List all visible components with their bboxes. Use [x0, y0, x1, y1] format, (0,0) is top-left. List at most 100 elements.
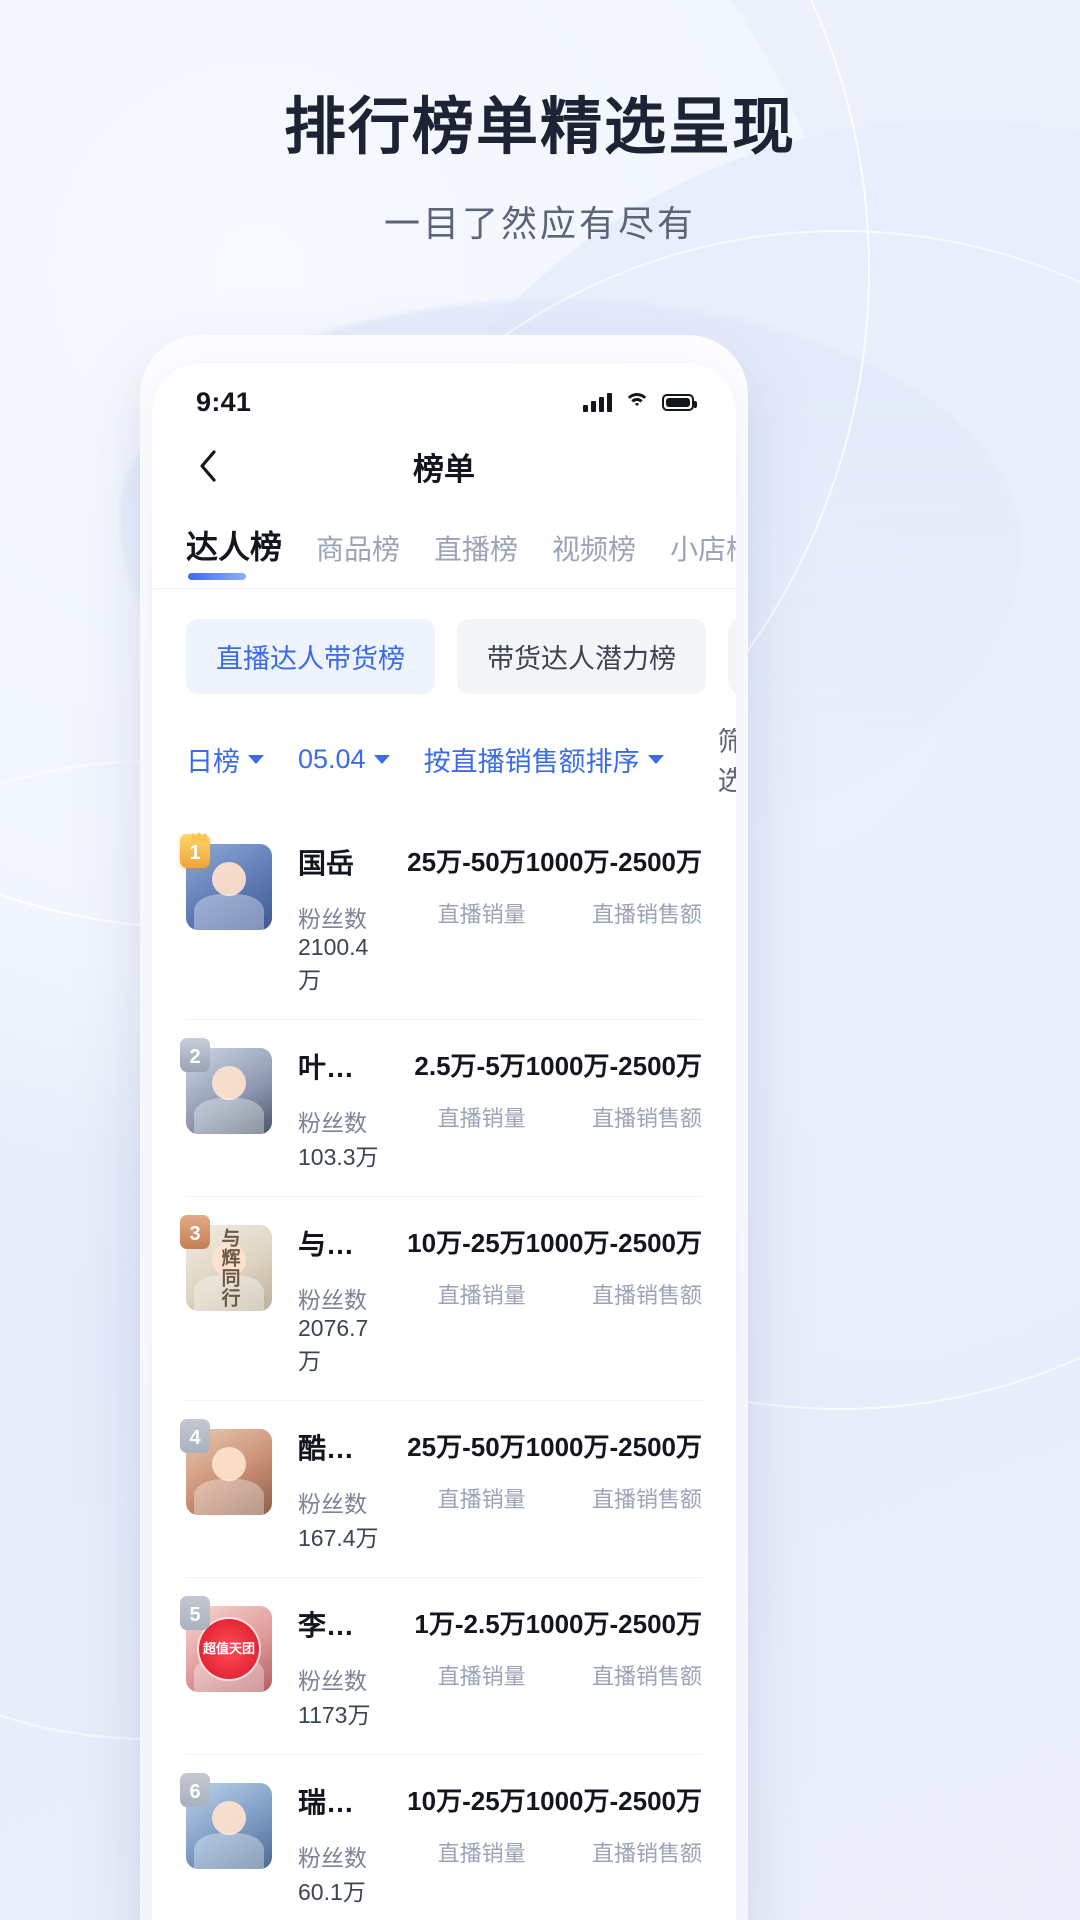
fans-count: 粉丝数 2100.4万	[298, 906, 369, 993]
rank-badge: 5	[180, 1596, 210, 1630]
nav-bar: 榜单	[152, 426, 736, 506]
signal-bars-icon	[583, 392, 612, 412]
metric-value: 1万-2.5万	[414, 1609, 526, 1639]
period-selector[interactable]: 日榜	[186, 740, 264, 779]
creator-name: 瑞瑞向前冲10号早…	[298, 1787, 380, 1818]
chip-daren-fans-growth[interactable]: 达人涨粉榜	[728, 619, 736, 694]
fans-count: 粉丝数 1173万	[298, 1668, 371, 1728]
metric-sales-amount: 1000万-2500万 直播销售额	[526, 842, 702, 929]
sort-filter-row: 日榜 05.04 按直播销售额排序 筛选	[152, 694, 736, 816]
metric-sales-amount: 1000万-2500万直播销售额	[526, 1223, 702, 1310]
order-selector[interactable]: 按直播销售额排序	[424, 740, 664, 779]
avatar-wrap: 3 与辉同行	[180, 1215, 272, 1311]
wifi-icon	[624, 392, 650, 412]
status-icon-group	[583, 392, 697, 412]
tab-label: 达人榜	[186, 529, 283, 565]
tab-daren[interactable]: 达人榜	[186, 522, 299, 588]
rank-badge: 4	[180, 1419, 210, 1453]
tab-shipin[interactable]: 视频榜	[535, 528, 653, 588]
metric-label: 直播销量	[437, 1106, 526, 1131]
metric-label: 直播销售额	[591, 1664, 702, 1689]
metric-label: 直播销售额	[591, 1106, 702, 1131]
avatar-body	[194, 1098, 264, 1134]
chip-label: 带货达人潜力榜	[487, 644, 676, 674]
metric-sales-volume: 10万-25万 直播销量	[390, 1223, 526, 1310]
metric-sales-volume: 25万-50万 直播销量	[390, 1427, 526, 1514]
metric-label: 直播销量	[437, 1664, 526, 1689]
period-label: 日榜	[186, 746, 240, 777]
avatar-wrap: 4	[180, 1419, 272, 1515]
metric-sales-volume: 1万-2.5万直播销量	[390, 1604, 526, 1691]
table-row[interactable]: 4 酷娃米大掌柜粉丝数 167.4万25万-50万直播销量1000万-2500万直…	[180, 1401, 702, 1578]
filter-button[interactable]: 筛选	[718, 720, 736, 798]
chip-row[interactable]: 直播达人带货榜 带货达人潜力榜 达人涨粉榜	[152, 589, 736, 694]
order-label: 按直播销售额排序	[423, 746, 640, 777]
metric-sales-volume: 2.5万-5万 直播销量	[390, 1046, 526, 1133]
metric-value: 1000万-2500万	[525, 1609, 702, 1639]
rank-badge: 6	[180, 1773, 210, 1807]
metric-label: 直播销售额	[591, 1283, 702, 1308]
metric-value: 1000万-2500万	[525, 1228, 702, 1258]
avatar-wrap: 5 超值天团	[180, 1596, 272, 1692]
metric-value: 1000万-2500万	[525, 1786, 702, 1816]
table-row[interactable]: 6瑞瑞向前冲10号早…粉丝数 60.1万10万-25万直播销量1000万-250…	[180, 1755, 702, 1920]
metric-label: 直播销售额	[591, 1841, 702, 1866]
crown-icon	[191, 832, 207, 842]
tab-zhibo[interactable]: 直播榜	[417, 528, 535, 588]
metric-label: 直播销售额	[591, 1487, 702, 1512]
row-main: 瑞瑞向前冲10号早… 粉丝数 60.1万	[272, 1781, 390, 1907]
filter-label: 筛选	[717, 727, 736, 796]
table-row[interactable]: 1 国岳 粉丝数 2100.4万 25万-50万 直播销量 1000万-2500万 直播销售…	[180, 816, 702, 1020]
tab-bar: 达人榜 商品榜 直播榜 视频榜 小店榜 品牌榜	[152, 506, 736, 589]
back-chevron-icon[interactable]	[186, 444, 230, 488]
row-main: 国岳粉丝数 2100.4万	[272, 842, 390, 995]
table-row[interactable]: 2叶可可🐟10号下午…粉丝数 103.3万2.5万-5万直播销量1000万-25…	[180, 1020, 702, 1197]
metric-value: 10万-25万	[407, 1228, 526, 1258]
tab-label: 视频榜	[552, 534, 637, 565]
rank-badge: 2	[180, 1038, 210, 1072]
avatar-face	[212, 862, 246, 896]
row-main: 与辉同行粉丝数 2076.7万	[272, 1223, 390, 1376]
date-selector[interactable]: 05.04	[298, 744, 390, 775]
avatar-body	[194, 894, 264, 930]
ranking-list: 1 国岳 粉丝数 2100.4万 25万-50万 直播销量 1000万-2500万 直播销售…	[152, 816, 736, 1920]
metric-sales-amount: 1000万-2500万直播销售额	[526, 1781, 702, 1868]
status-time: 9:41	[196, 386, 252, 417]
chip-daren-potential[interactable]: 带货达人潜力榜	[457, 619, 706, 694]
metric-label: 直播销量	[437, 1841, 526, 1866]
tab-shangpin[interactable]: 商品榜	[299, 528, 417, 588]
metric-sales-amount: 1000万-2500万直播销售额	[526, 1604, 702, 1691]
tab-xiaodian[interactable]: 小店榜	[653, 528, 736, 588]
row-main: 酷娃米大掌柜粉丝数 167.4万	[272, 1427, 390, 1553]
chip-label: 直播达人带货榜	[216, 644, 405, 674]
metric-value: 25万-50万	[407, 847, 526, 877]
avatar-face	[212, 1801, 246, 1835]
metric-label: 直播销量	[437, 902, 526, 927]
tab-active-underline	[188, 573, 246, 580]
table-row[interactable]: 5 超值天团 李小萌 粉丝数 1173万 1万-2.5万 直播销量 1000万-2500万直…	[180, 1578, 702, 1755]
creator-name: 叶可可🐟10号下午…	[298, 1052, 380, 1083]
avatar-body	[194, 1833, 264, 1869]
metric-value: 25万-50万	[407, 1432, 526, 1462]
avatar-face	[212, 1447, 246, 1481]
chip-live-daren-sales[interactable]: 直播达人带货榜	[186, 619, 435, 694]
avatar-wrap: 2	[180, 1038, 272, 1134]
tab-label: 直播榜	[434, 534, 519, 565]
metric-value: 10万-25万	[407, 1786, 526, 1816]
metric-sales-volume: 25万-50万直播销量	[390, 842, 526, 929]
row-main: 李小萌粉丝数 1173万	[272, 1604, 390, 1730]
page-subtitle: 一目了然应有尽有	[383, 203, 696, 245]
creator-name: 酷娃米大掌柜	[298, 1433, 380, 1464]
nav-title: 榜单	[413, 451, 475, 487]
table-row[interactable]: 3与辉同行与辉同行粉丝数 2076.7万10万-25万直播销量1000万-250…	[180, 1197, 702, 1401]
creator-name: 李小萌	[298, 1610, 380, 1641]
chevron-down-icon	[373, 754, 390, 764]
tab-label: 商品榜	[316, 534, 401, 565]
chevron-down-icon	[248, 754, 264, 764]
fans-count: 粉丝数 2076.7万	[298, 1287, 369, 1374]
page-title: 排行榜单精选呈现	[283, 93, 796, 162]
fans-count: 粉丝数 167.4万	[298, 1491, 379, 1551]
creator-name: 国岳	[298, 848, 355, 879]
battery-full-icon	[662, 393, 697, 411]
metric-sales-amount: 1000万-2500万 直播销售额	[526, 1427, 702, 1514]
